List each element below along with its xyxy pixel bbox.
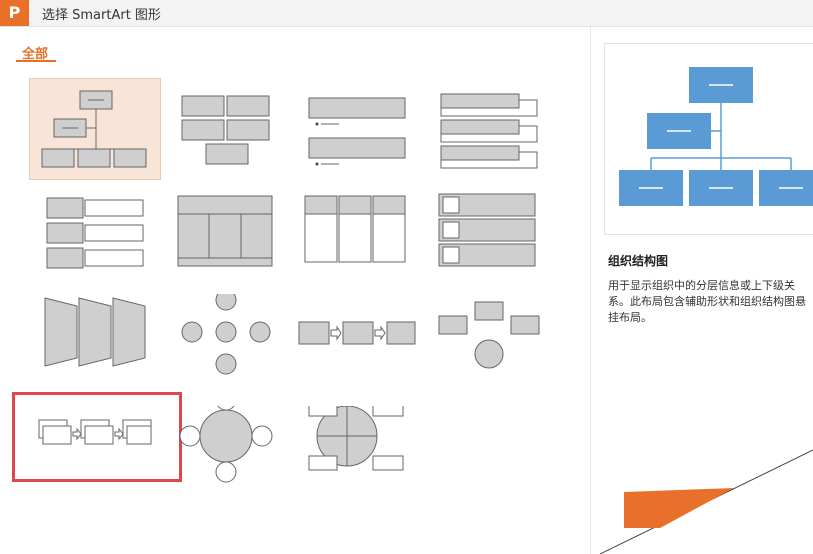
layout-picture-list[interactable] bbox=[425, 188, 557, 290]
layout-radial-circle[interactable] bbox=[170, 406, 302, 508]
layout-table-hierarchy[interactable] bbox=[170, 188, 302, 290]
layout-converging[interactable] bbox=[425, 294, 557, 396]
decorative-corner bbox=[600, 449, 813, 554]
layout-gallery bbox=[0, 26, 590, 554]
layout-stacked-list[interactable] bbox=[425, 78, 557, 180]
layout-org-chart[interactable] bbox=[29, 78, 161, 180]
layout-bulleted-vertical[interactable] bbox=[29, 188, 161, 290]
layout-radial-cycle[interactable] bbox=[170, 294, 302, 396]
pane-divider bbox=[590, 26, 591, 554]
layout-bullet-list[interactable] bbox=[297, 78, 429, 180]
layout-quad-cycle[interactable] bbox=[297, 406, 429, 508]
selection-highlight-box bbox=[12, 392, 182, 482]
dialog-title: 选择 SmartArt 图形 bbox=[42, 8, 161, 23]
layout-block-list[interactable] bbox=[170, 78, 302, 180]
layout-basic-process[interactable] bbox=[297, 294, 429, 396]
app-logo-icon: P bbox=[0, 0, 29, 26]
layout-trapezoid-list[interactable] bbox=[29, 294, 161, 396]
title-bar: P 选择 SmartArt 图形 bbox=[0, 0, 813, 27]
layout-column-list[interactable] bbox=[297, 188, 429, 290]
preview-diagram bbox=[604, 43, 813, 235]
preview-layout-name: 组织结构图 bbox=[608, 254, 669, 268]
preview-layout-description: 用于显示组织中的分层信息或上下级关系。此布局包含辅助形状和组织结构图悬挂布局。 bbox=[608, 279, 806, 324]
